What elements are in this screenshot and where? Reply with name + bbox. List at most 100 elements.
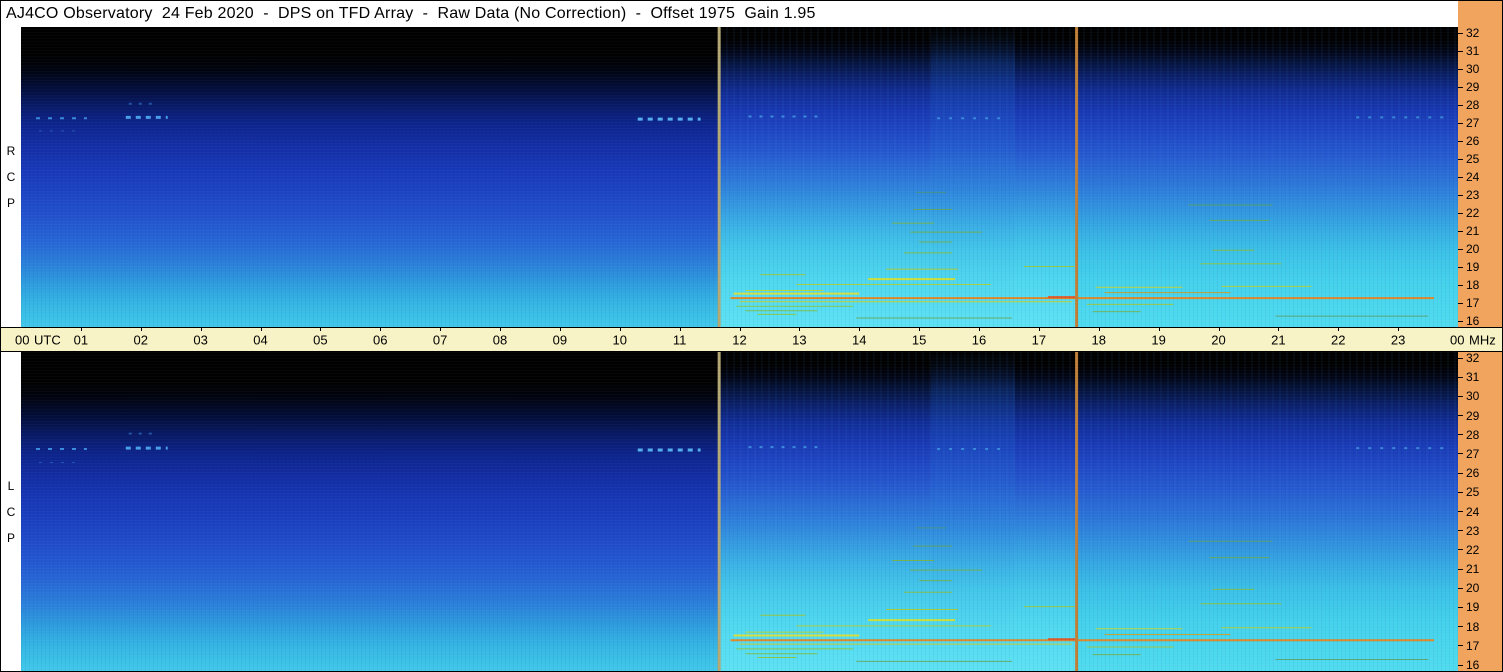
noise-texture-layer bbox=[21, 27, 1458, 327]
freq-tickmark bbox=[1458, 549, 1463, 551]
freq-tick-label: 29 bbox=[1466, 408, 1480, 423]
hour-label: 13 bbox=[792, 332, 807, 347]
frequency-tick-column: 32 31 30 29 28 27 26 25 24 23 22 21 20 19 18 17 16 bbox=[1458, 352, 1502, 671]
freq-tickmark bbox=[1458, 568, 1463, 570]
freq-tick: 20 bbox=[1458, 243, 1502, 255]
freq-tick: 18 bbox=[1458, 279, 1502, 291]
spectrograph-window: AJ4CO Observatory 24 Feb 2020 - DPS on T… bbox=[0, 0, 1503, 672]
hour-tickmark bbox=[1158, 328, 1160, 331]
hour-tickmark bbox=[859, 328, 861, 331]
freq-tick-label: 26 bbox=[1466, 134, 1480, 148]
freq-tick: 30 bbox=[1458, 390, 1502, 402]
freq-tick: 26 bbox=[1458, 135, 1502, 147]
hour-label: 09 bbox=[552, 332, 568, 347]
freq-tickmark bbox=[1458, 302, 1463, 304]
freq-tick: 30 bbox=[1458, 63, 1502, 75]
polarization-letter: R bbox=[6, 144, 16, 158]
hour-tickmark bbox=[679, 328, 681, 331]
freq-tickmark bbox=[1458, 104, 1463, 106]
hour-label: 04 bbox=[253, 332, 268, 347]
freq-tick: 26 bbox=[1458, 467, 1502, 479]
hour-label: 11 bbox=[672, 332, 687, 347]
freq-tick-label: 17 bbox=[1466, 296, 1480, 310]
polarization-letter: P bbox=[6, 196, 15, 210]
freq-tick: 31 bbox=[1458, 371, 1502, 383]
hour-label: 20 bbox=[1211, 332, 1226, 347]
time-axis-start-hour: 00 bbox=[15, 332, 30, 347]
freq-tick-label: 21 bbox=[1466, 562, 1480, 577]
freq-tick-label: 24 bbox=[1466, 504, 1480, 519]
rcp-spectrogram-panel[interactable] bbox=[21, 27, 1458, 327]
freq-tick: 25 bbox=[1458, 153, 1502, 165]
hour-tickmark bbox=[320, 328, 322, 331]
title-bar: AJ4CO Observatory 24 Feb 2020 - DPS on T… bbox=[1, 1, 1458, 27]
freq-tick: 21 bbox=[1458, 563, 1502, 575]
freq-tickmark bbox=[1458, 511, 1463, 512]
freq-tick: 20 bbox=[1458, 582, 1502, 594]
freq-tick-label: 28 bbox=[1466, 98, 1480, 112]
freq-tickmark bbox=[1458, 376, 1463, 378]
hour-label: 16 bbox=[971, 332, 987, 347]
hour-tickmark bbox=[380, 328, 382, 331]
hour-label: 19 bbox=[1151, 332, 1166, 347]
freq-tickmark bbox=[1458, 587, 1463, 589]
freq-tick: 28 bbox=[1458, 429, 1502, 441]
hour-tickmark bbox=[140, 328, 142, 331]
freq-tick: 23 bbox=[1458, 525, 1502, 537]
lcp-axis-label: LCP bbox=[1, 352, 21, 671]
freq-tick: 19 bbox=[1458, 601, 1502, 613]
frequency-tick-column: 32 31 30 29 28 27 26 25 24 23 22 21 20 19 18 17 16 bbox=[1458, 27, 1502, 327]
hour-label: 10 bbox=[612, 332, 627, 347]
freq-tickmark bbox=[1458, 50, 1463, 52]
hour-label: 12 bbox=[732, 332, 747, 347]
freq-tick-label: 29 bbox=[1466, 80, 1480, 94]
freq-tick-label: 32 bbox=[1466, 351, 1480, 365]
freq-tickmark bbox=[1458, 395, 1463, 397]
hour-label: 18 bbox=[1091, 332, 1106, 347]
polarization-letter: L bbox=[7, 478, 15, 493]
freq-tick: 17 bbox=[1458, 297, 1502, 309]
freq-tickmark bbox=[1458, 122, 1463, 124]
freq-tick: 21 bbox=[1458, 225, 1502, 237]
freq-tick-label: 18 bbox=[1466, 278, 1480, 292]
freq-tick: 24 bbox=[1458, 171, 1502, 183]
polarization-letter: C bbox=[6, 504, 16, 519]
hour-label: 17 bbox=[1031, 332, 1047, 347]
hour-label: 22 bbox=[1331, 332, 1346, 347]
freq-tickmark bbox=[1458, 86, 1463, 88]
freq-tick: 19 bbox=[1458, 261, 1502, 273]
freq-tickmark bbox=[1458, 606, 1463, 608]
freq-tick-label: 16 bbox=[1466, 314, 1480, 328]
freq-tickmark bbox=[1458, 176, 1463, 178]
freq-tick-label: 17 bbox=[1466, 638, 1480, 653]
freq-tick-label: 32 bbox=[1466, 26, 1480, 40]
freq-tick-label: 24 bbox=[1466, 170, 1480, 184]
freq-tickmark bbox=[1458, 266, 1463, 268]
freq-tickmark bbox=[1458, 32, 1463, 34]
hour-label: 03 bbox=[193, 332, 208, 347]
freq-tick-label: 25 bbox=[1466, 485, 1480, 500]
hour-label: 08 bbox=[492, 332, 508, 347]
hour-tickmark bbox=[1338, 328, 1340, 331]
freq-tick-label: 20 bbox=[1466, 581, 1480, 596]
hour-tickmark bbox=[559, 328, 561, 331]
freq-tick-label: 31 bbox=[1466, 44, 1480, 58]
hour-tickmark bbox=[1278, 328, 1280, 331]
hour-tickmark bbox=[919, 328, 921, 331]
freq-tick-label: 22 bbox=[1466, 206, 1480, 220]
hour-tickmark bbox=[1218, 328, 1220, 331]
lcp-spectrogram-panel[interactable] bbox=[21, 352, 1458, 671]
freq-tickmark bbox=[1458, 248, 1463, 250]
freq-tick-label: 28 bbox=[1466, 427, 1480, 442]
freq-tickmark bbox=[1458, 158, 1463, 160]
freq-tick: 29 bbox=[1458, 410, 1502, 422]
freq-tickmark bbox=[1458, 472, 1463, 474]
time-axis: 00 UTC 00 MHz 01 02 03 04 05 06 07 08 09 10 11 12 13… bbox=[1, 327, 1502, 352]
rcp-axis-label: RCP bbox=[1, 27, 21, 327]
hour-label: 07 bbox=[432, 332, 448, 347]
polarization-letter: C bbox=[6, 170, 16, 184]
hour-tickmark bbox=[979, 328, 980, 331]
freq-tick-label: 27 bbox=[1466, 116, 1480, 130]
freq-tick: 25 bbox=[1458, 486, 1502, 498]
freq-tick: 27 bbox=[1458, 448, 1502, 460]
